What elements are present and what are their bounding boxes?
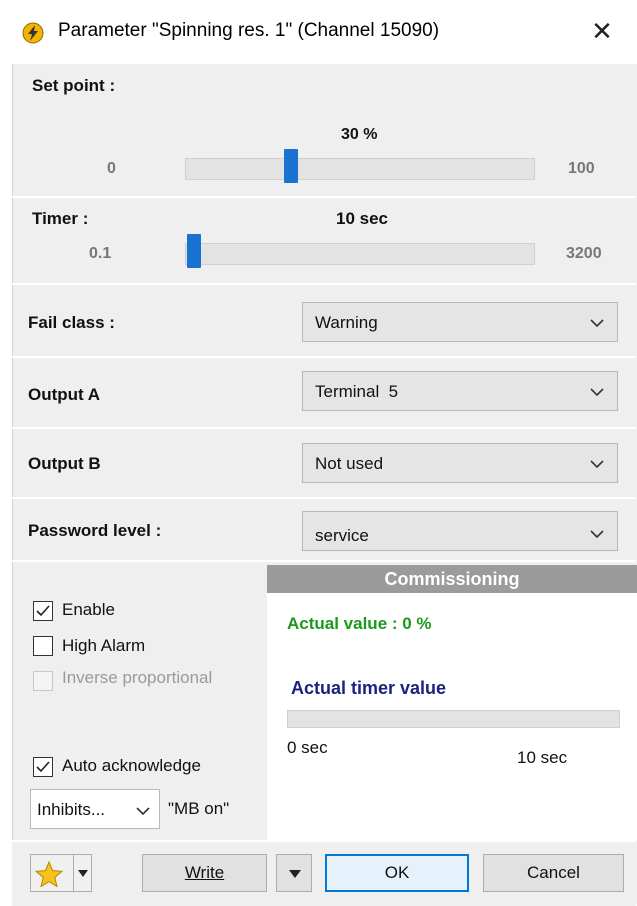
auto-acknowledge-checkbox[interactable] (33, 757, 53, 777)
divider (12, 427, 636, 429)
checkmark-icon (36, 605, 50, 617)
chevron-down-icon (136, 807, 150, 816)
write-dropdown-button[interactable] (276, 854, 312, 892)
output-b-label: Output B (28, 454, 101, 473)
inhibits-select[interactable]: Inhibits... (30, 789, 160, 829)
inverse-proportional-checkbox[interactable] (33, 671, 53, 691)
password-level-select[interactable]: service (302, 511, 618, 551)
setpoint-value: 30 % (341, 126, 378, 143)
timer-value: 10 sec (336, 209, 388, 228)
timer-max: 3200 (566, 245, 602, 262)
title-bar: Parameter "Spinning res. 1" (Channel 150… (0, 0, 637, 64)
close-button[interactable]: ✕ (585, 14, 619, 48)
high-alarm-label: High Alarm (62, 636, 146, 655)
timer-progress-max: 10 sec (517, 748, 568, 767)
star-icon (35, 861, 63, 887)
timer-label: Timer : (32, 209, 89, 228)
fail-class-selected: Warning (315, 313, 378, 332)
lightning-icon (22, 22, 44, 44)
caret-down-icon (78, 870, 88, 877)
divider (12, 283, 636, 285)
actual-timer-progress (287, 710, 620, 728)
commissioning-header: Commissioning (267, 565, 637, 593)
fail-class-label: Fail class : (28, 313, 115, 332)
ok-button[interactable]: OK (325, 854, 469, 892)
chevron-down-icon (590, 388, 604, 397)
setpoint-slider[interactable] (185, 149, 535, 183)
divider (12, 356, 636, 358)
output-b-select[interactable]: Not used (302, 443, 618, 483)
enable-label: Enable (62, 600, 115, 619)
divider (12, 196, 636, 198)
auto-acknowledge-label: Auto acknowledge (62, 756, 201, 775)
inhibits-selected: Inhibits... (37, 800, 106, 819)
divider (12, 560, 636, 562)
ok-label: OK (384, 863, 410, 882)
timer-slider[interactable] (185, 234, 535, 268)
chevron-down-icon (590, 319, 604, 328)
password-level-label: Password level : (28, 521, 162, 540)
output-a-select[interactable]: Terminal 5 (302, 371, 618, 411)
fail-class-select[interactable]: Warning (302, 302, 618, 342)
setpoint-max: 100 (568, 160, 595, 177)
setpoint-slider-thumb[interactable] (284, 149, 298, 183)
output-a-selected: Terminal 5 (315, 382, 399, 401)
actual-timer-label: Actual timer value (291, 678, 447, 698)
actual-value: Actual value : 0 % (287, 614, 432, 633)
checkmark-icon (36, 761, 50, 773)
output-b-selected: Not used (315, 454, 384, 473)
favorites-button[interactable] (30, 854, 92, 892)
timer-slider-thumb[interactable] (187, 234, 202, 268)
high-alarm-checkbox[interactable] (33, 636, 53, 656)
timer-min: 0.1 (89, 245, 112, 262)
caret-down-icon (289, 870, 301, 878)
timer-progress-min: 0 sec (287, 738, 328, 757)
output-a-label: Output A (28, 385, 101, 404)
chevron-down-icon (590, 530, 604, 539)
setpoint-label: Set point : (32, 76, 116, 95)
split-divider (73, 855, 74, 891)
cancel-button[interactable]: Cancel (483, 854, 624, 892)
password-level-selected: service (315, 526, 369, 545)
cancel-label: Cancel (527, 863, 580, 882)
chevron-down-icon (590, 460, 604, 469)
setpoint-min: 0 (107, 160, 116, 177)
enable-checkbox[interactable] (33, 601, 53, 621)
inhibits-value: "MB on" (168, 799, 230, 818)
divider (12, 497, 636, 499)
write-button[interactable]: Write (142, 854, 267, 892)
write-label: Write (184, 863, 225, 882)
window-title: Parameter "Spinning res. 1" (Channel 150… (58, 20, 440, 41)
inverse-proportional-label: Inverse proportional (62, 668, 213, 687)
